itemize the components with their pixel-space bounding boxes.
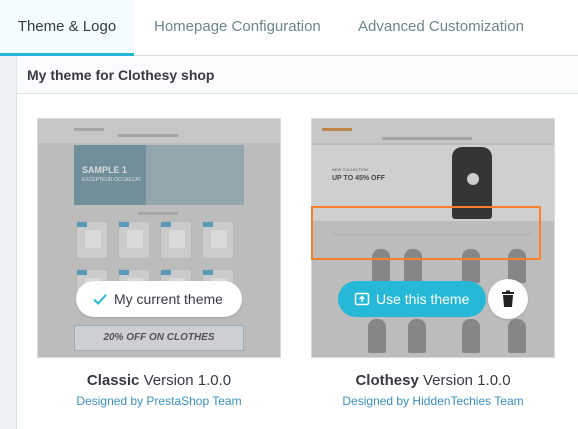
delete-theme-button[interactable] [488,279,528,319]
theme-title: Clothesy [355,372,419,389]
theme-title: Classic [86,372,140,389]
side-strip [0,56,16,429]
theme-preview-classic: SAMPLE 1 EXCEPTEUR OCCAECAT 20% OFF ON C… [38,119,280,357]
my-current-theme-button[interactable]: My current theme [76,281,242,317]
trash-icon [502,290,514,307]
theme-version: Version 1.0.0 [143,372,232,389]
panel-header: My theme for Clothesy shop [17,56,578,94]
theme-version: Version 1.0.0 [422,372,511,389]
use-this-theme-label: Use this theme [376,291,470,307]
theme-name-clothesy: Clothesy Version 1.0.0 [311,372,555,389]
highlight-box [311,206,541,260]
tab-advanced-customization[interactable]: Advanced Customization [358,0,524,56]
tab-theme-logo[interactable]: Theme & Logo [0,0,134,56]
use-this-theme-button[interactable]: Use this theme [338,281,486,317]
tab-homepage-configuration[interactable]: Homepage Configuration [154,0,321,56]
theme-card-classic: SAMPLE 1 EXCEPTEUR OCCAECAT 20% OFF ON C… [37,118,281,358]
preview-overlay [38,119,280,357]
tab-bar: Theme & Logo Homepage Configuration Adva… [0,0,578,56]
upload-icon [354,292,370,306]
theme-designer-classic[interactable]: Designed by PrestaShop Team [37,394,281,408]
check-icon [93,294,107,305]
theme-designer-clothesy[interactable]: Designed by HiddenTechies Team [311,394,555,408]
my-current-theme-label: My current theme [114,291,223,307]
panel-title: My theme for Clothesy shop [27,67,215,83]
theme-name-classic: Classic Version 1.0.0 [37,372,281,389]
